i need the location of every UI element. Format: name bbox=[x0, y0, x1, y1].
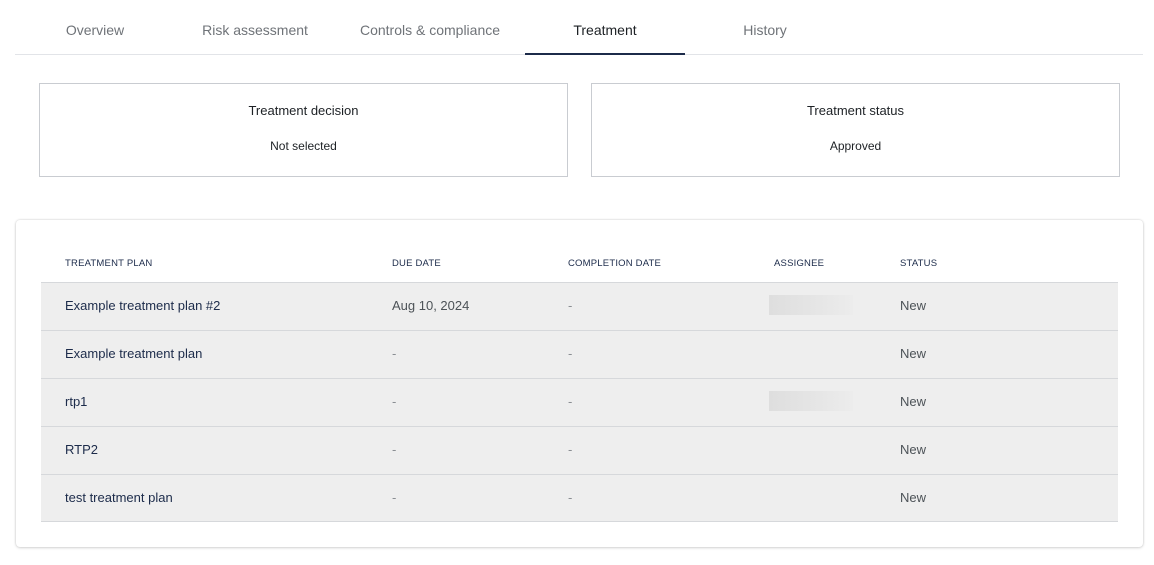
due-date-cell: - bbox=[392, 346, 397, 361]
assignee-redacted bbox=[769, 295, 853, 315]
treatment-decision-card: Treatment decision Not selected bbox=[39, 83, 568, 177]
status-cell: New bbox=[900, 298, 927, 313]
completion-date-cell: - bbox=[568, 442, 573, 457]
treatment-decision-value: Not selected bbox=[270, 139, 337, 153]
treatment-plan-link[interactable]: test treatment plan bbox=[65, 490, 173, 505]
table-row[interactable]: Example treatment plan #2 Aug 10, 2024 -… bbox=[41, 282, 1118, 330]
completion-date-cell: - bbox=[568, 490, 573, 505]
treatment-plan-link[interactable]: Example treatment plan bbox=[65, 346, 202, 361]
table-row[interactable]: RTP2 - - New bbox=[41, 426, 1118, 474]
column-header-completion-date: COMPLETION DATE bbox=[568, 258, 662, 269]
treatment-status-value: Approved bbox=[829, 139, 882, 153]
treatment-plan-link[interactable]: rtp1 bbox=[65, 394, 87, 409]
due-date-cell: Aug 10, 2024 bbox=[392, 298, 470, 313]
column-header-treatment-plan: TREATMENT PLAN bbox=[65, 258, 153, 269]
table-row[interactable]: rtp1 - - New bbox=[41, 378, 1118, 426]
treatment-plans-panel: TREATMENT PLAN DUE DATE COMPLETION DATE … bbox=[16, 220, 1143, 547]
status-cell: New bbox=[900, 442, 927, 457]
treatment-status-title: Treatment status bbox=[806, 103, 905, 118]
status-cell: New bbox=[900, 490, 927, 505]
tab-risk-assessment[interactable]: Risk assessment bbox=[175, 0, 335, 55]
due-date-cell: - bbox=[392, 442, 397, 457]
column-header-due-date: DUE DATE bbox=[392, 258, 441, 269]
tab-bar: Overview Risk assessment Controls & comp… bbox=[15, 0, 1143, 55]
table-body: Example treatment plan #2 Aug 10, 2024 -… bbox=[41, 282, 1118, 522]
tab-overview[interactable]: Overview bbox=[15, 0, 175, 55]
completion-date-cell: - bbox=[568, 394, 573, 409]
table-header: TREATMENT PLAN DUE DATE COMPLETION DATE … bbox=[41, 256, 1118, 283]
assignee-redacted bbox=[769, 391, 853, 411]
tab-treatment[interactable]: Treatment bbox=[525, 0, 685, 55]
column-header-status: STATUS bbox=[900, 258, 938, 269]
status-cell: New bbox=[900, 346, 927, 361]
tab-controls-compliance[interactable]: Controls & compliance bbox=[350, 0, 510, 55]
column-header-assignee: ASSIGNEE bbox=[774, 258, 825, 269]
table-row[interactable]: test treatment plan - - New bbox=[41, 474, 1118, 522]
completion-date-cell: - bbox=[568, 346, 573, 361]
due-date-cell: - bbox=[392, 490, 397, 505]
due-date-cell: - bbox=[392, 394, 397, 409]
treatment-decision-title: Treatment decision bbox=[248, 103, 359, 118]
status-cell: New bbox=[900, 394, 927, 409]
completion-date-cell: - bbox=[568, 298, 573, 313]
table-row[interactable]: Example treatment plan - - New bbox=[41, 330, 1118, 378]
treatment-plan-link[interactable]: Example treatment plan #2 bbox=[65, 298, 220, 313]
tab-history[interactable]: History bbox=[685, 0, 845, 55]
treatment-status-card: Treatment status Approved bbox=[591, 83, 1120, 177]
treatment-plan-link[interactable]: RTP2 bbox=[65, 442, 98, 457]
